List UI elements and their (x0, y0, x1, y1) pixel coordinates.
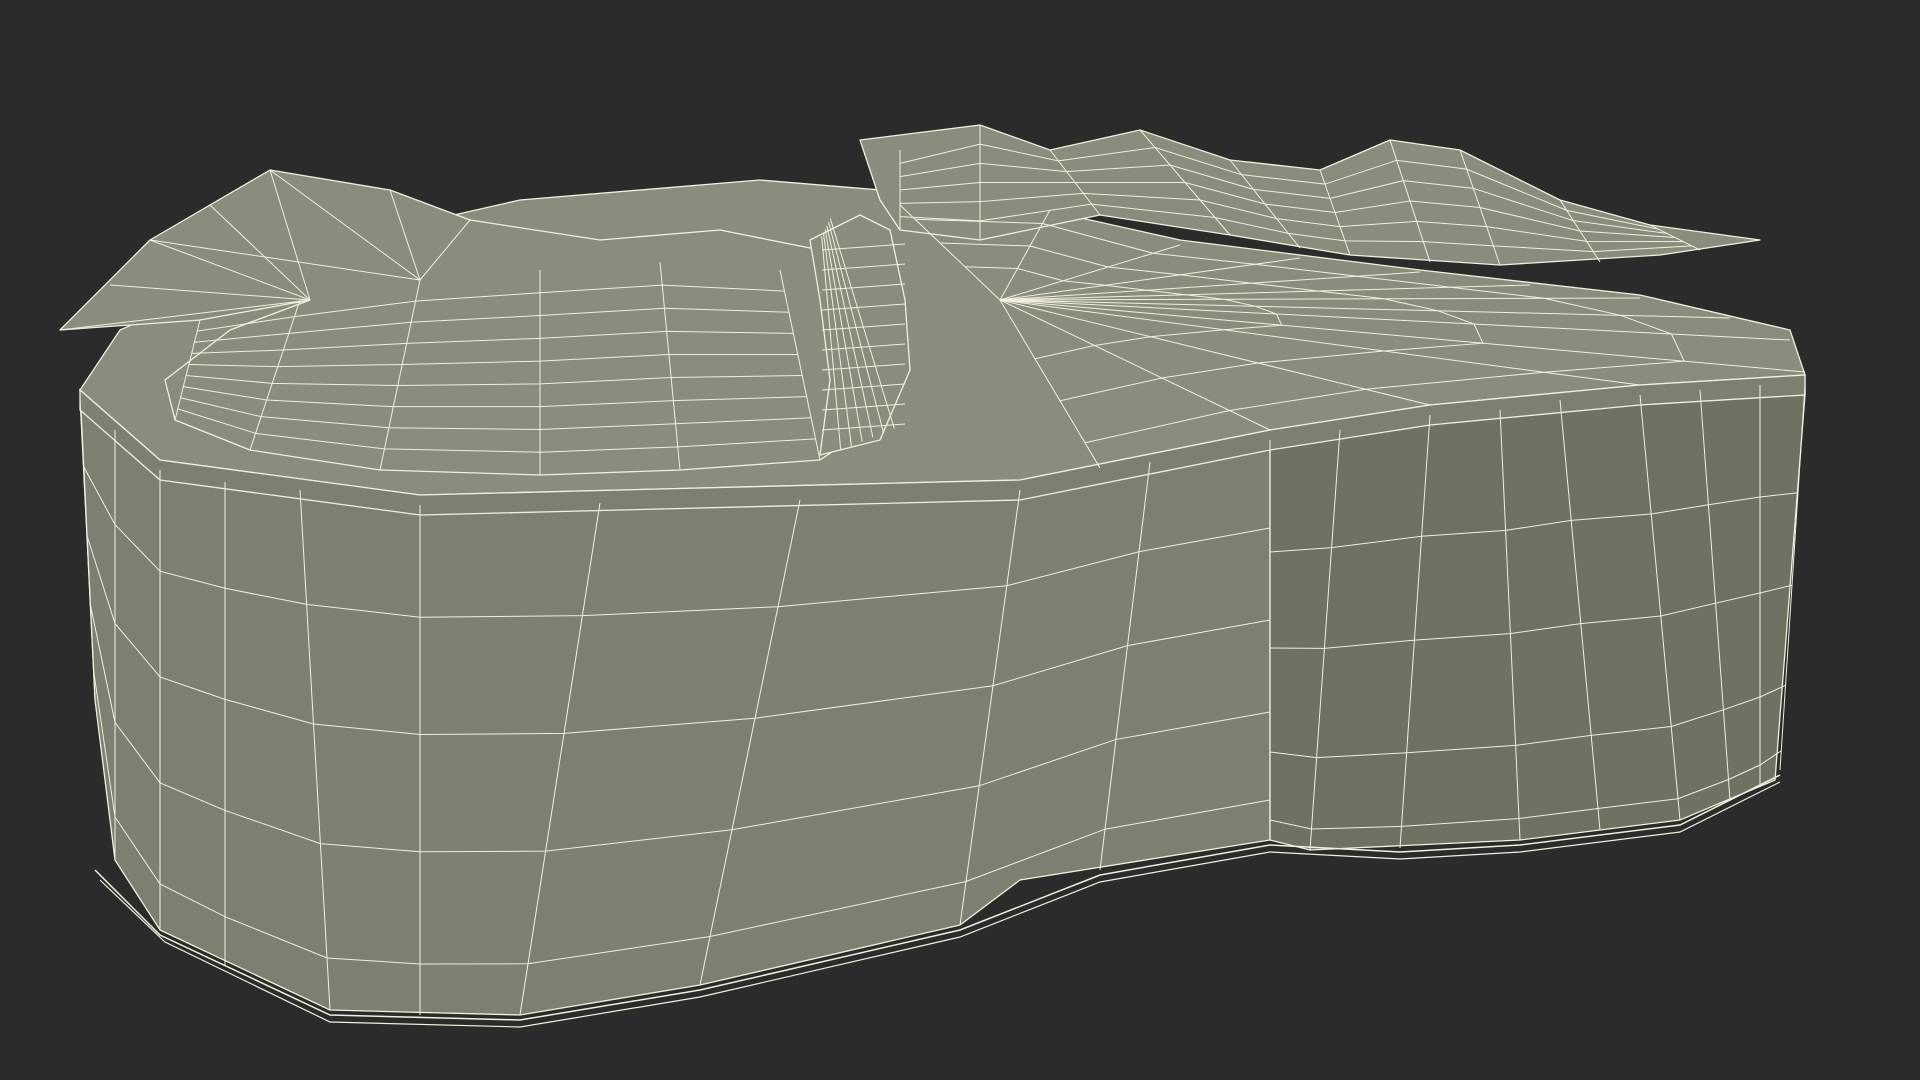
wireframe-render (0, 0, 1920, 1080)
viewport-stage (0, 0, 1920, 1080)
box-side-right-lobe (1269, 374, 1806, 851)
